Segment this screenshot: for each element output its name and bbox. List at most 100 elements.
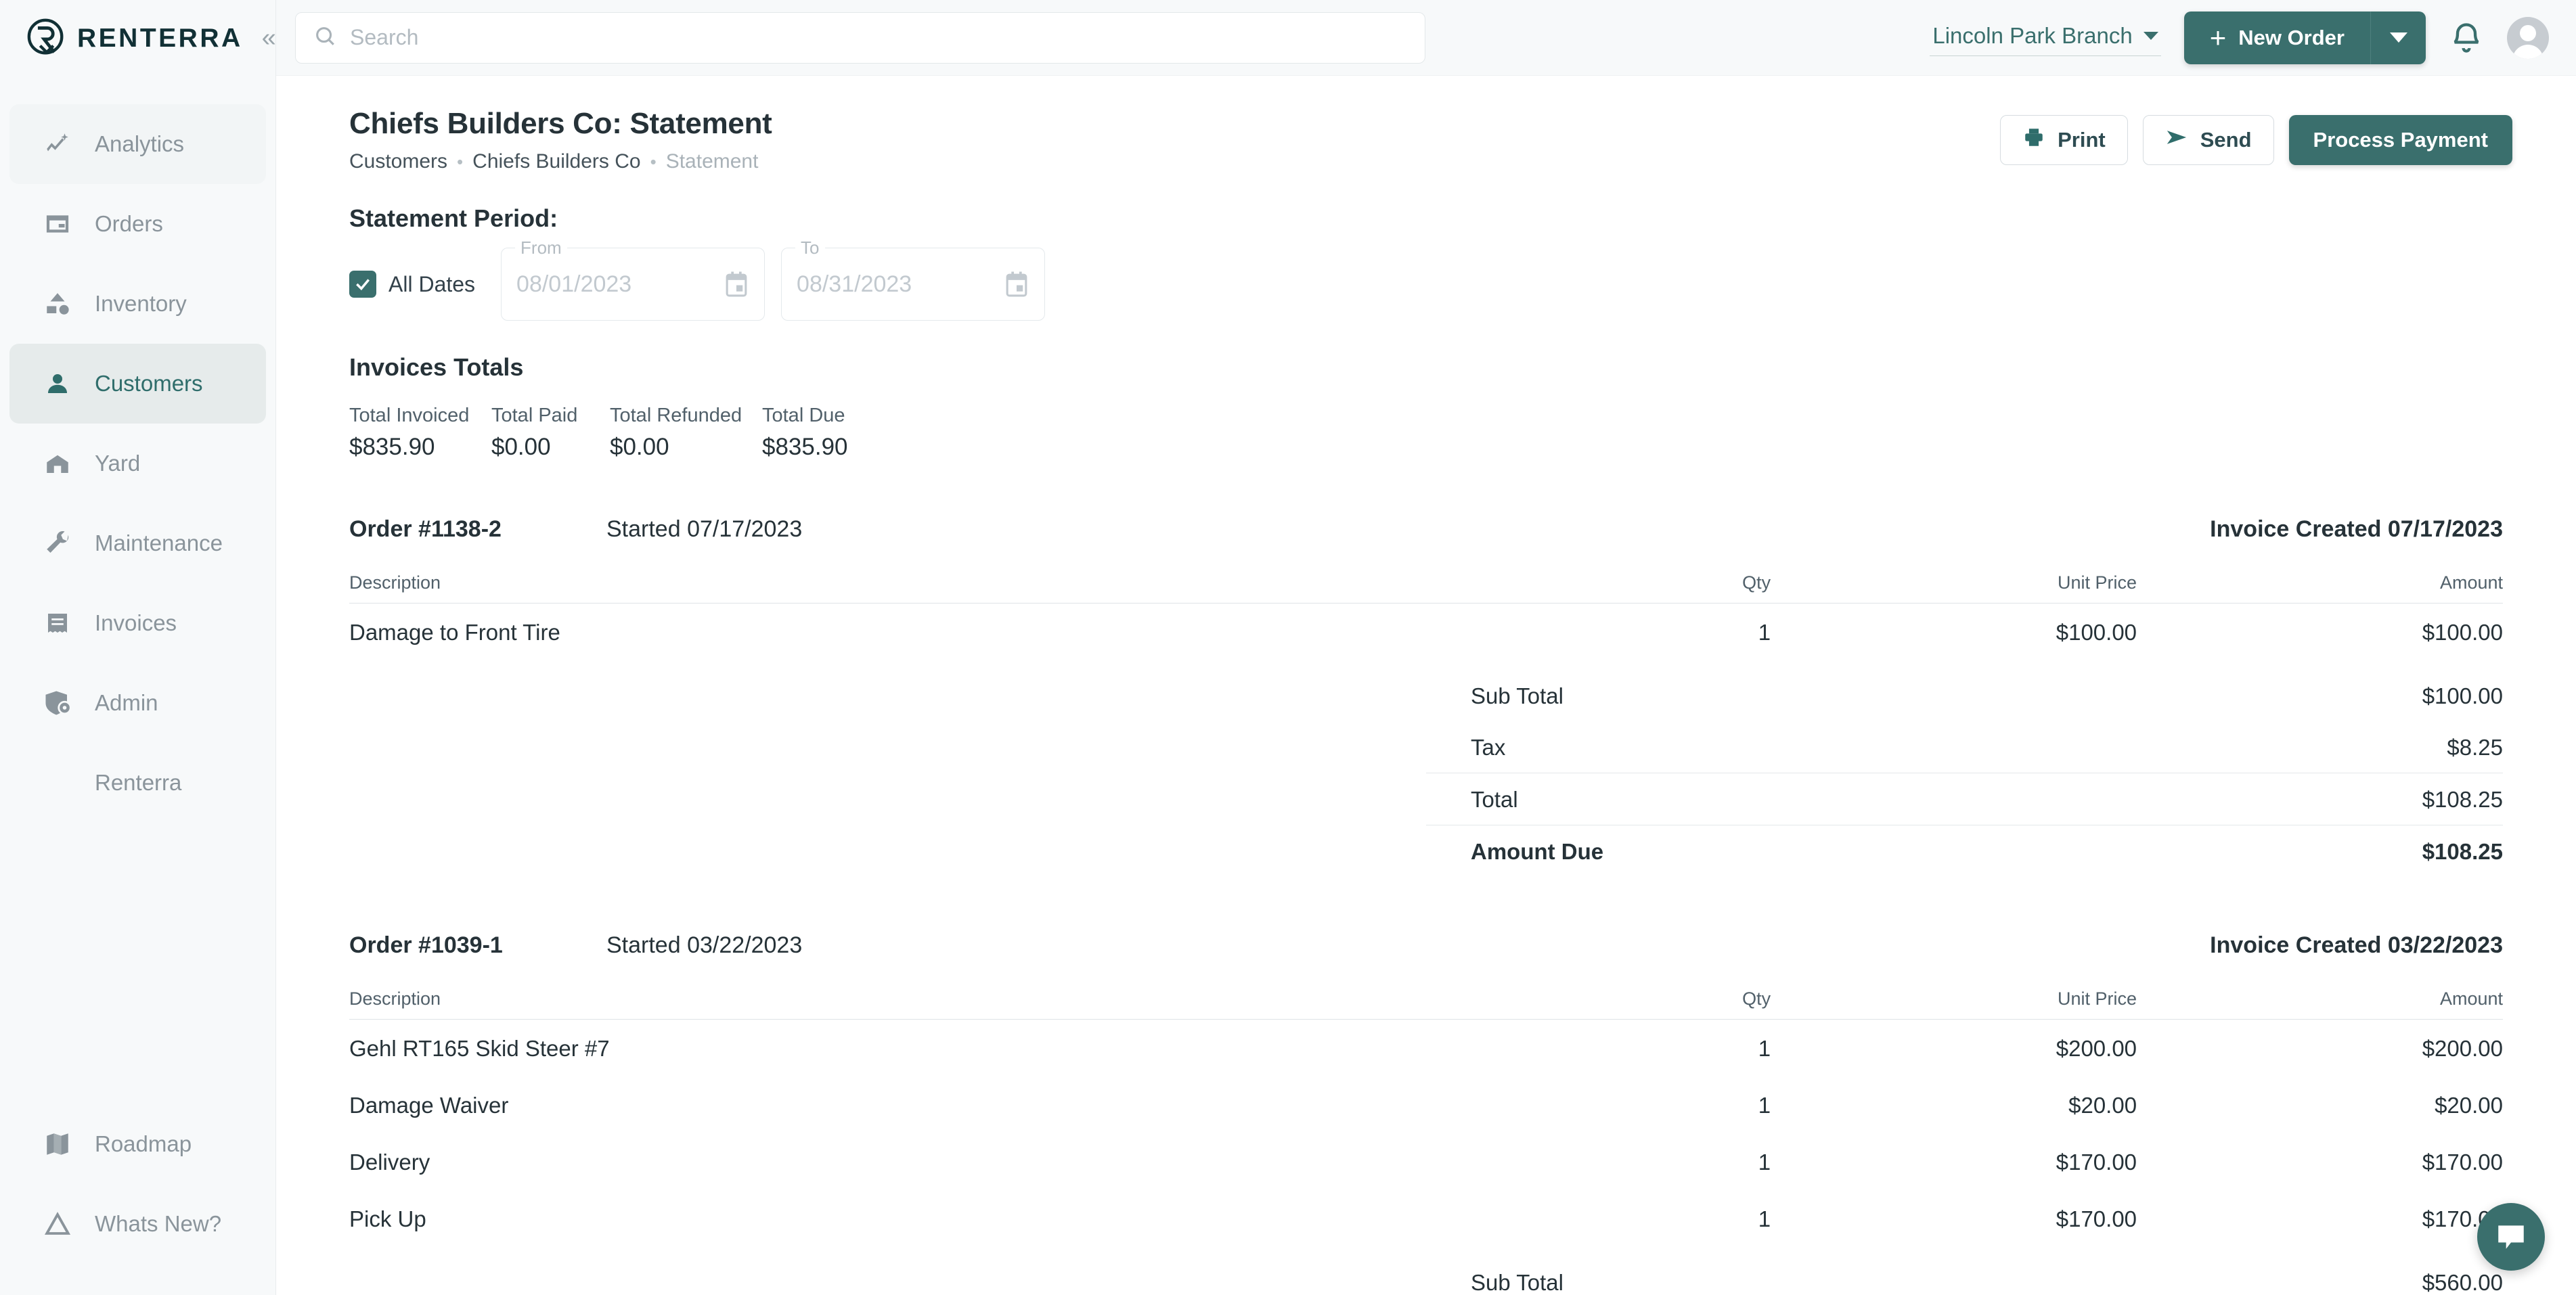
sidebar-item-admin[interactable]: Admin: [9, 663, 266, 743]
sidebar-item-whats-new[interactable]: Whats New?: [9, 1184, 266, 1264]
column-header-amount: Amount: [2137, 989, 2503, 1020]
total-invoiced-value: $835.90: [349, 434, 435, 460]
line-description: Delivery: [349, 1150, 430, 1175]
sidebar-item-label: Renterra: [95, 770, 182, 795]
sidebar-item-customers[interactable]: Customers: [9, 344, 266, 424]
line-amount: $170.00: [2422, 1206, 2503, 1231]
chevron-double-left-icon[interactable]: «: [262, 25, 276, 51]
summary-row-amount-due: Amount Due $108.25: [1426, 825, 2503, 877]
bell-icon[interactable]: [2449, 20, 2484, 55]
order-invoice-created: Invoice Created 07/17/2023: [2210, 516, 2503, 542]
sidebar-item-inventory[interactable]: Inventory: [9, 264, 266, 344]
total-due-label: Total Due: [762, 405, 845, 426]
sidebar-item-label: Orders: [95, 211, 163, 236]
column-header-amount: Amount: [2137, 572, 2503, 604]
order-block: Order #1138-2 Started 07/17/2023 Invoice…: [276, 516, 2576, 877]
main-area: Lincoln Park Branch + New Order: [276, 0, 2576, 1295]
column-header-qty: Qty: [1469, 572, 1771, 604]
table-row: Pick Up 1 $170.00 $170.00: [349, 1190, 2503, 1247]
plus-icon: +: [2209, 21, 2227, 53]
table-row: Damage Waiver 1 $20.00 $20.00: [349, 1076, 2503, 1133]
breadcrumb-item-customers[interactable]: Customers: [349, 150, 447, 173]
subtotal-label: Sub Total: [1471, 1270, 1563, 1295]
sidebar-item-label: Analytics: [95, 131, 185, 156]
summary-row-subtotal: Sub Total $100.00: [1426, 670, 2503, 721]
new-order-button[interactable]: + New Order: [2183, 11, 2370, 64]
sidebar-item-renterra[interactable]: Renterra: [9, 743, 266, 823]
table-row: Gehl RT165 Skid Steer #7 1 $200.00 $200.…: [349, 1020, 2503, 1077]
breadcrumb-item-customer[interactable]: Chiefs Builders Co: [472, 150, 640, 173]
order-header: Order #1138-2 Started 07/17/2023 Invoice…: [349, 516, 2503, 543]
sidebar-item-roadmap[interactable]: Roadmap: [9, 1104, 266, 1184]
line-items-table: Description Qty Unit Price Amount Gehl R…: [349, 989, 2503, 1247]
page-header-actions: Print Send Process Payment: [2000, 107, 2512, 165]
line-qty: 1: [1758, 1036, 1771, 1061]
new-order-dropdown-button[interactable]: [2370, 11, 2426, 64]
all-dates-checkbox[interactable]: All Dates: [349, 271, 485, 298]
avatar[interactable]: [2507, 16, 2549, 59]
invoices-totals-title: Invoices Totals: [349, 353, 524, 381]
breadcrumb-item-statement: Statement: [665, 150, 759, 173]
invoices-totals-row: Total Invoiced $835.90 Total Paid $0.00 …: [349, 405, 2503, 461]
sidebar-item-orders[interactable]: Orders: [9, 184, 266, 264]
tax-value: $8.25: [2447, 735, 2503, 760]
breadcrumb: Customers • Chiefs Builders Co • Stateme…: [349, 150, 772, 173]
sidebar-item-analytics[interactable]: Analytics: [9, 104, 266, 184]
order-header: Order #1039-1 Started 03/22/2023 Invoice…: [349, 932, 2503, 959]
to-date-field[interactable]: To 08/31/2023: [781, 237, 1046, 321]
sidebar-item-invoices[interactable]: Invoices: [9, 583, 266, 663]
statement-period-title: Statement Period:: [349, 204, 558, 232]
process-payment-button[interactable]: Process Payment: [2288, 115, 2512, 165]
column-header-unit-price: Unit Price: [1771, 572, 2137, 604]
chat-bubble-icon[interactable]: [2477, 1203, 2545, 1271]
order-summary-table: Sub Total $100.00 Tax $8.25 Total $108.2…: [1426, 670, 2503, 877]
sidebar-item-yard[interactable]: Yard: [9, 424, 266, 503]
brand-name: RENTERRA: [77, 23, 243, 53]
orders-icon: [43, 210, 72, 238]
printer-icon: [2022, 126, 2045, 154]
subtotal-value: $100.00: [2422, 683, 2503, 708]
column-header-qty: Qty: [1469, 989, 1771, 1020]
new-order-label: New Order: [2238, 25, 2345, 49]
sidebar-item-label: Yard: [95, 451, 141, 476]
sidebar-nav: Analytics Orders Inventory Customers Yar…: [0, 76, 275, 823]
summary-row-subtotal: Sub Total $560.00: [1426, 1256, 2503, 1295]
total-invoiced-cell: Total Invoiced $835.90: [349, 405, 491, 461]
total-refunded-cell: Total Refunded $0.00: [610, 405, 762, 461]
sidebar-item-maintenance[interactable]: Maintenance: [9, 503, 266, 583]
calendar-icon[interactable]: [724, 271, 749, 298]
brand[interactable]: RENTERRA «: [0, 0, 276, 76]
search-input[interactable]: [350, 25, 1407, 50]
total-due-cell: Total Due $835.90: [762, 405, 848, 461]
total-paid-cell: Total Paid $0.00: [491, 405, 610, 461]
avatar-body: [2512, 44, 2544, 59]
line-unit-price: $100.00: [2056, 620, 2137, 645]
total-refunded-label: Total Refunded: [610, 405, 742, 426]
print-button[interactable]: Print: [2000, 115, 2128, 165]
from-date-field[interactable]: From 08/01/2023: [501, 237, 765, 321]
line-items-table: Description Qty Unit Price Amount Damage…: [349, 572, 2503, 660]
calendar-icon[interactable]: [1004, 271, 1029, 298]
search-box[interactable]: [295, 12, 1425, 64]
sidebar-bottom-nav: Roadmap Whats New?: [0, 1104, 275, 1295]
branch-label: Lincoln Park Branch: [1932, 23, 2133, 48]
branch-selector[interactable]: Lincoln Park Branch: [1930, 19, 2161, 56]
line-unit-price: $170.00: [2056, 1150, 2137, 1175]
amount-due-value: $108.25: [1964, 825, 2503, 877]
yard-icon: [43, 449, 72, 478]
tax-label: Tax: [1471, 735, 1506, 760]
table-header-row: Description Qty Unit Price Amount: [349, 989, 2503, 1020]
line-amount: $20.00: [2435, 1093, 2503, 1118]
send-button[interactable]: Send: [2142, 115, 2274, 165]
page-content: Chiefs Builders Co: Statement Customers …: [276, 76, 2576, 1295]
total-due-value: $835.90: [762, 434, 848, 460]
page-title: Chiefs Builders Co: Statement: [349, 107, 772, 140]
column-header-unit-price: Unit Price: [1771, 989, 2137, 1020]
map-icon: [43, 1130, 72, 1158]
order-block: Order #1039-1 Started 03/22/2023 Invoice…: [276, 932, 2576, 1295]
statement-period-section: Statement Period: All Dates From 08/01/2…: [276, 173, 2576, 321]
line-unit-price: $20.00: [2068, 1093, 2137, 1118]
analytics-icon: [43, 130, 72, 158]
sidebar-item-label: Admin: [95, 690, 158, 715]
